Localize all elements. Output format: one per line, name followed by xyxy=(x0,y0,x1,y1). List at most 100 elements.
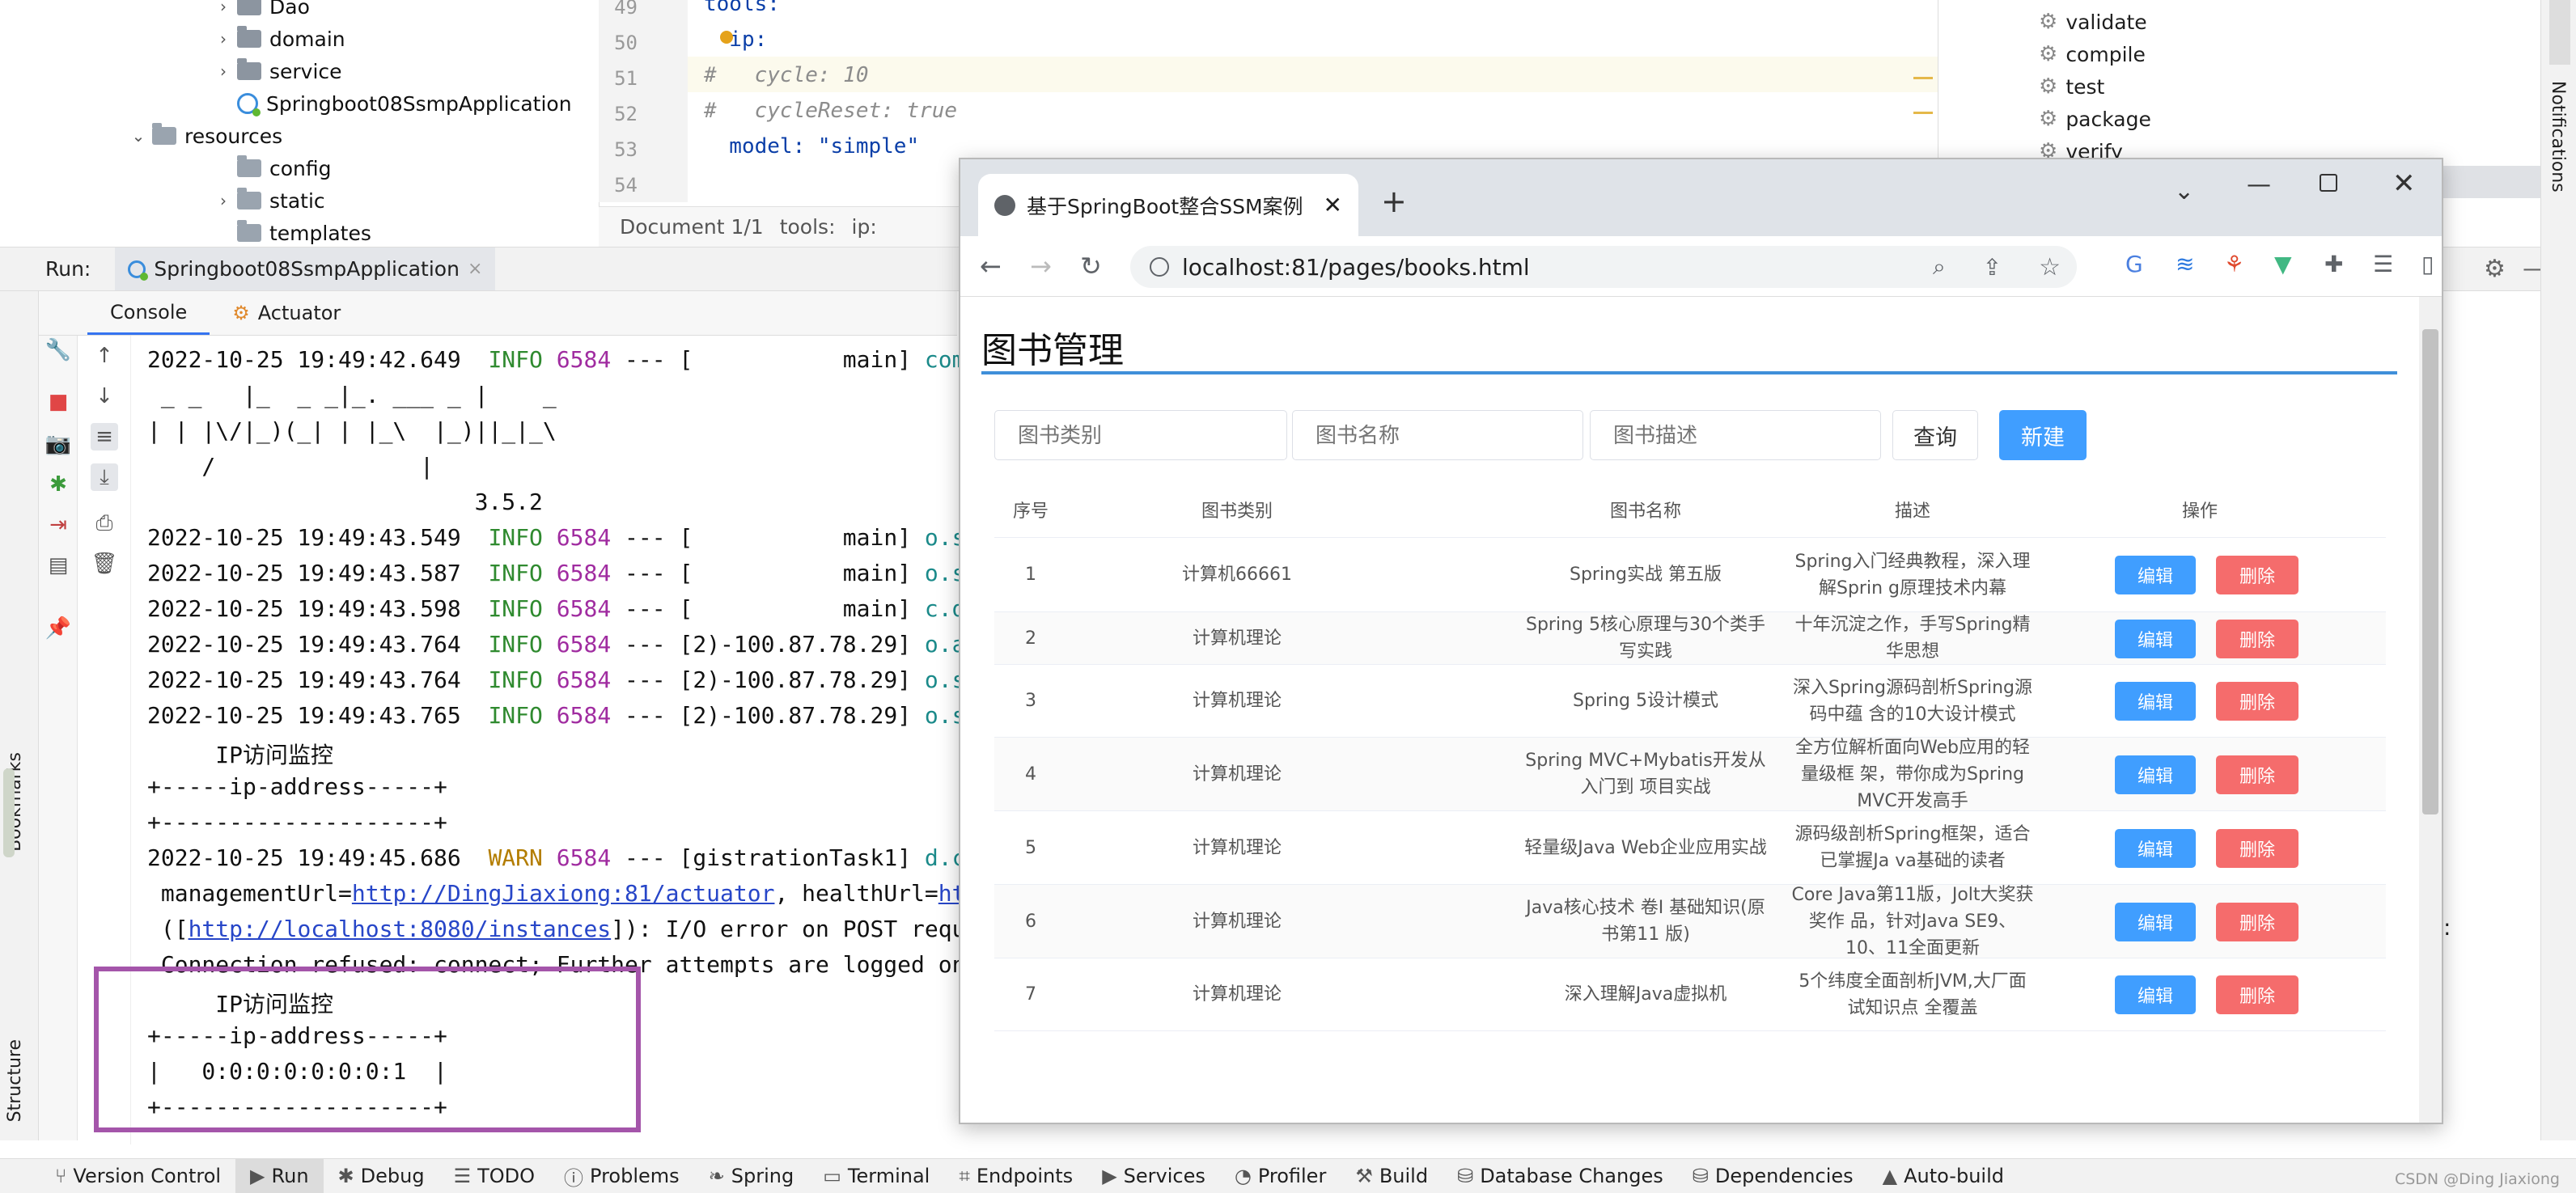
bottom-tab-spring[interactable]: ❧ Spring xyxy=(694,1159,809,1193)
gear-icon[interactable]: ⚙ xyxy=(2484,255,2506,283)
chevron-right-icon[interactable]: › xyxy=(214,61,232,81)
bottom-tab-todo[interactable]: ☰ TODO xyxy=(439,1159,549,1193)
bottom-tab-build[interactable]: ⚒ Build xyxy=(1341,1159,1443,1193)
delete-button[interactable]: 删除 xyxy=(2216,619,2298,658)
edit-button[interactable]: 编辑 xyxy=(2115,682,2196,721)
book-name-filter[interactable] xyxy=(1292,410,1583,460)
delete-button[interactable]: 删除 xyxy=(2216,755,2298,794)
arrow-down-icon[interactable]: ↓ xyxy=(91,383,118,410)
breadcrumb-ip[interactable]: ip: xyxy=(852,215,877,239)
edit-button[interactable]: 编辑 xyxy=(2115,755,2196,794)
tree-item-templates[interactable]: templates xyxy=(214,217,371,247)
breadcrumb-doc[interactable]: Document 1/1 xyxy=(620,215,764,239)
tree-item-static[interactable]: › static xyxy=(214,184,325,217)
book-type-filter[interactable] xyxy=(994,410,1287,460)
edit-button[interactable]: 编辑 xyxy=(2115,902,2196,941)
chevron-right-icon[interactable]: › xyxy=(214,29,232,49)
tree-item-domain[interactable]: › domain xyxy=(214,23,345,55)
edit-button[interactable]: 编辑 xyxy=(2115,619,2196,658)
run-config-tab[interactable]: Springboot08SsmpApplication × xyxy=(115,247,496,290)
arrow-up-icon[interactable]: ↑ xyxy=(91,342,118,370)
layers-extension-icon[interactable]: ≋ xyxy=(2176,251,2194,277)
code-line[interactable]: # cycle: 10 xyxy=(704,63,869,87)
browser-tab[interactable]: 基于SpringBoot整合SSM案例 ✕ xyxy=(978,174,1358,236)
query-button[interactable]: 查询 xyxy=(1892,410,1978,460)
bottom-tab-endpoints[interactable]: ⌗ Endpoints xyxy=(944,1159,1087,1193)
bottom-tab-terminal[interactable]: ▭ Terminal xyxy=(808,1159,944,1193)
pin-icon[interactable]: 📌 xyxy=(44,615,72,642)
breadcrumb-tools[interactable]: tools: xyxy=(780,215,836,239)
tree-item-service[interactable]: › service xyxy=(214,55,342,87)
edit-button[interactable]: 编辑 xyxy=(2115,828,2196,868)
code-line[interactable]: ip: xyxy=(704,27,767,52)
delete-button[interactable]: 删除 xyxy=(2216,828,2298,868)
chevron-right-icon[interactable]: › xyxy=(214,0,232,16)
edit-button[interactable]: 编辑 xyxy=(2115,975,2196,1014)
delete-button[interactable]: 删除 xyxy=(2216,902,2298,941)
layout-icon[interactable]: ▤ xyxy=(44,552,72,579)
bottom-tab-version-control[interactable]: ⑂ Version Control xyxy=(40,1159,235,1193)
maven-goal-compile[interactable]: ⚙ compile xyxy=(2039,42,2146,66)
close-tab-icon[interactable]: ✕ xyxy=(1324,192,1342,218)
reading-list-icon[interactable]: ☰ xyxy=(2373,251,2393,277)
camera-icon[interactable]: 📷 xyxy=(44,430,72,458)
maven-goal-package[interactable]: ⚙ package xyxy=(2039,107,2151,131)
back-icon[interactable]: ← xyxy=(980,251,1002,281)
code-line[interactable]: model: "simple" xyxy=(704,134,919,159)
share-icon[interactable]: ⇪ xyxy=(1983,254,2002,281)
scroll-to-end-icon[interactable]: ⤓ xyxy=(91,463,118,491)
structure-tab[interactable]: Structure xyxy=(5,1039,25,1122)
trash-icon[interactable]: 🗑 xyxy=(91,550,118,577)
zoom-icon[interactable]: ⌕ xyxy=(1933,253,1946,281)
maven-goal-test[interactable]: ⚙ test xyxy=(2039,74,2104,99)
bookmark-star-icon[interactable]: ☆ xyxy=(2039,253,2061,281)
window-maximize-icon[interactable] xyxy=(2320,174,2337,192)
bottom-tab-database-changes[interactable]: ⛁ Database Changes xyxy=(1443,1159,1678,1193)
bottom-tab-auto-build[interactable]: ▲ Auto-build xyxy=(1868,1159,2019,1193)
bottom-tab-dependencies[interactable]: ⛁ Dependencies xyxy=(1678,1159,1868,1193)
delete-button[interactable]: 删除 xyxy=(2216,975,2298,1014)
page-scrollbar-thumb[interactable] xyxy=(2422,329,2438,814)
new-button[interactable]: 新建 xyxy=(1999,410,2087,460)
bottom-tab-profiler[interactable]: ◔ Profiler xyxy=(1220,1159,1341,1193)
tree-item-config[interactable]: config xyxy=(214,152,332,184)
network-extension-icon[interactable]: ⚘ xyxy=(2224,251,2244,277)
tab-console[interactable]: Console xyxy=(87,291,210,335)
address-bar[interactable]: localhost:81/pages/books.html ⌕ ⇪ ☆ xyxy=(1130,246,2077,288)
translate-extension-icon[interactable]: G xyxy=(2125,251,2143,277)
forward-icon[interactable]: → xyxy=(1030,251,1052,281)
window-minimize-icon[interactable]: — xyxy=(2247,171,2271,199)
code-line[interactable]: # cycleReset: true xyxy=(704,99,957,123)
vue-extension-icon[interactable]: ▼ xyxy=(2274,251,2292,277)
bottom-tab-debug[interactable]: ✱ Debug xyxy=(324,1159,439,1193)
edit-button[interactable]: 编辑 xyxy=(2115,556,2196,594)
debug-bug-icon[interactable]: ✱ xyxy=(44,471,72,498)
tree-item-springboot08ssmpapplication[interactable]: Springboot08SsmpApplication xyxy=(214,87,572,120)
tab-search-icon[interactable]: ⌄ xyxy=(2174,177,2194,205)
window-close-icon[interactable]: ✕ xyxy=(2392,167,2416,200)
bottom-tab-problems[interactable]: ⓘ Problems xyxy=(549,1159,694,1193)
delete-button[interactable]: 删除 xyxy=(2216,682,2298,721)
bulb-icon[interactable] xyxy=(720,31,733,44)
tree-item-dao[interactable]: › Dao xyxy=(214,0,310,23)
side-panel-icon[interactable]: ▯ xyxy=(2421,251,2434,277)
reload-icon[interactable]: ↻ xyxy=(1080,251,1102,281)
soft-wrap-icon[interactable]: ≡ xyxy=(91,423,118,451)
book-desc-filter[interactable] xyxy=(1590,410,1881,460)
code-line[interactable]: tools: xyxy=(704,0,780,16)
maven-goal-validate[interactable]: ⚙ validate xyxy=(2039,10,2147,34)
puzzle-extension-icon[interactable]: ✚ xyxy=(2324,251,2343,277)
print-icon[interactable]: ⎙ xyxy=(91,510,118,537)
delete-button[interactable]: 删除 xyxy=(2216,556,2298,594)
chevron-right-icon[interactable]: ⌄ xyxy=(129,126,147,146)
notifications-tab[interactable]: Notifications xyxy=(2548,81,2568,192)
bottom-tab-run[interactable]: ▶ Run xyxy=(235,1159,324,1193)
stop-icon[interactable]: ■ xyxy=(44,388,72,416)
side-tab[interactable] xyxy=(2549,0,2570,65)
tree-item-resources[interactable]: ⌄ resources xyxy=(129,120,282,152)
close-icon[interactable]: × xyxy=(468,259,482,279)
chevron-right-icon[interactable]: › xyxy=(214,191,232,210)
console-link[interactable]: http://localhost:8080/instances xyxy=(189,916,612,942)
info-icon[interactable] xyxy=(1150,257,1169,277)
exit-icon[interactable]: ⇥ xyxy=(44,511,72,539)
